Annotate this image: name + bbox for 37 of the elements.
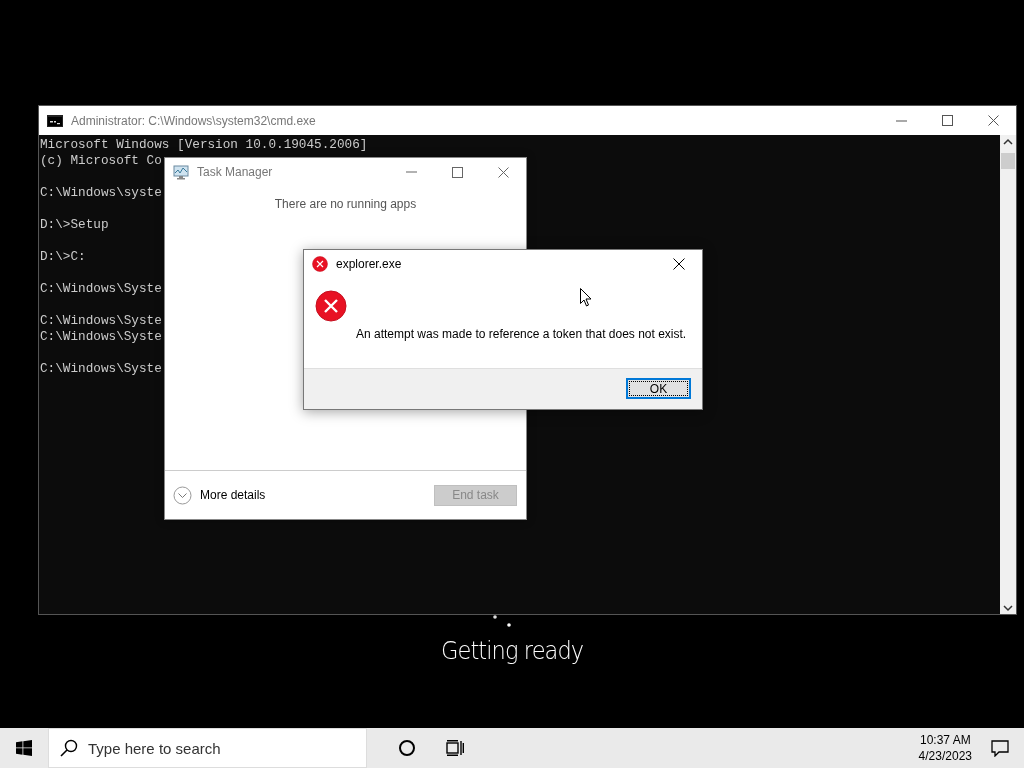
console-line: C:\Windows\Syste xyxy=(40,281,162,297)
status-message: There are no running apps xyxy=(274,196,417,213)
close-icon xyxy=(673,258,685,270)
error-message: An attempt was made to reference a token that does not exist. xyxy=(356,326,687,343)
error-icon xyxy=(315,290,347,322)
console-line: C:\Windows\syste xyxy=(40,185,162,201)
minimize-icon xyxy=(405,171,417,173)
error-icon xyxy=(312,256,328,272)
console-line: C:\Windows\Syste xyxy=(40,361,162,377)
console-line: C:\Windows\Syste xyxy=(40,329,162,345)
chevron-circle-icon xyxy=(173,485,192,505)
windows-logo-icon xyxy=(16,740,32,756)
console-line: D:\>C: xyxy=(40,249,86,265)
console-line: (c) Microsoft Co xyxy=(40,153,162,169)
time-text: 10:37 AM xyxy=(918,732,972,748)
console-line: Microsoft Windows [Version 10.0.19045.2006] xyxy=(40,137,368,153)
console-icon xyxy=(47,114,63,127)
maximize-icon xyxy=(941,115,953,126)
console-line: C:\Windows\Syste xyxy=(40,313,162,329)
console-line: D:\>Setup xyxy=(40,217,109,233)
monitor-icon xyxy=(173,164,189,180)
maximize-icon xyxy=(451,166,463,178)
search-icon xyxy=(60,739,78,757)
search-field[interactable]: Type here to search xyxy=(48,728,367,768)
window-title: Administrator: C:\Windows\system32\cmd.exe xyxy=(71,112,316,130)
ok-button[interactable]: OK xyxy=(626,378,691,399)
clock[interactable]: 10:37 AM 4/23/2023 xyxy=(914,732,976,764)
minimize-icon xyxy=(895,119,907,122)
more-details-toggle[interactable]: More details xyxy=(173,485,266,505)
cursor-icon xyxy=(580,288,592,307)
date-text: 4/23/2023 xyxy=(918,748,972,764)
dialog-title: explorer.exe xyxy=(336,256,402,273)
close-icon xyxy=(987,115,999,126)
close-icon xyxy=(497,166,509,178)
status-text: Getting ready xyxy=(440,635,584,667)
window-title: Task Manager xyxy=(197,164,273,181)
scrollbar[interactable] xyxy=(1000,135,1016,614)
